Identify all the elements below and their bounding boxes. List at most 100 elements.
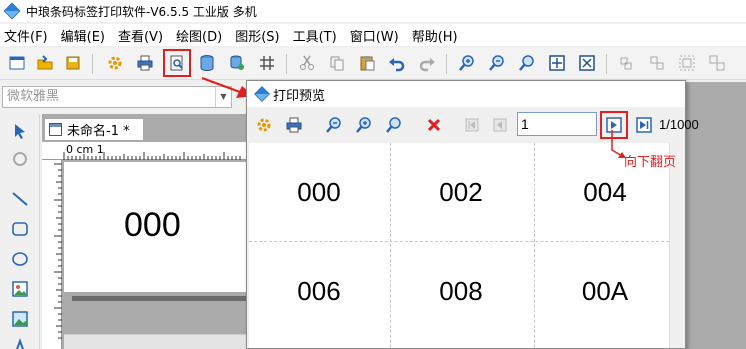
gear-icon [108,56,122,70]
pointer-arrow-icon [15,124,25,139]
ruler-unit-label: 0 cm 1 [66,143,104,156]
settings-button[interactable] [104,52,126,74]
scissors-icon [300,55,314,70]
undo-arrow-icon [389,58,405,72]
font-family-value: 微软雅黑 [7,89,60,104]
rotate-icon [13,152,27,166]
new-file-button[interactable] [6,52,28,74]
text-tool[interactable] [9,336,31,349]
label-cell: 008 [439,275,483,306]
paste-button[interactable] [356,52,378,74]
zoom-in-icon [356,117,371,133]
label-cell: 000 [297,176,341,207]
open-folder-icon [37,55,53,70]
horizontal-ruler: 0 cm 1 [42,142,246,160]
rounded-rectangle-icon [12,222,28,236]
align-left-icon [620,57,632,70]
database-settings-button[interactable] [226,52,248,74]
database-button[interactable] [196,52,218,74]
fit-page-icon [579,55,595,71]
dialog-title: 打印预览 [273,88,326,104]
preview-print-button[interactable] [283,114,305,136]
first-page-icon [465,118,479,132]
rotate-tool[interactable] [9,148,31,170]
cut-button[interactable] [296,52,318,74]
preview-vertical-scrollbar[interactable] [669,143,685,348]
app-logo-icon [254,86,270,102]
undo-button[interactable] [386,52,408,74]
zoom-in-icon [459,55,474,71]
print-preview-button[interactable] [163,49,191,77]
align-center-icon [650,56,664,70]
rectangle-tool[interactable] [9,218,31,240]
paste-clipboard-icon [360,56,375,71]
menu-view[interactable]: 查看(V) [118,26,163,45]
ungroup-icon [709,55,725,71]
redo-button[interactable] [416,52,438,74]
menu-file[interactable]: 文件(F) [4,26,48,45]
preview-zoom-in-button[interactable] [353,114,375,136]
fit-window-icon [549,55,565,71]
fit-window-button[interactable] [546,52,568,74]
group-button[interactable] [676,52,698,74]
window-title: 中琅条码标签打印软件-V6.5.5 工业版 多机 [26,4,257,19]
dialog-title-bar: 打印预览 [247,81,685,107]
menu-bar: 文件(F) 编辑(E) 查看(V) 绘图(D) 图形(S) 工具(T) 窗口(W… [0,24,746,46]
grid-button[interactable] [256,52,278,74]
redo-arrow-icon [419,58,435,72]
previous-page-button[interactable] [489,114,511,136]
landscape-image-icon [12,311,28,327]
line-tool[interactable] [9,188,31,210]
preview-zoom-out-button[interactable] [323,114,345,136]
group-icon [679,55,695,71]
zoom-in-button[interactable] [456,52,478,74]
print-button[interactable] [134,52,156,74]
page-number-input[interactable] [517,112,597,136]
menu-help[interactable]: 帮助(H) [412,26,458,45]
document-window-icon [49,123,62,136]
menu-window[interactable]: 窗口(W) [350,26,399,45]
menu-draw[interactable]: 绘图(D) [176,26,222,45]
zoom-button[interactable] [516,52,538,74]
gear-icon [257,118,271,132]
align-center-button[interactable] [646,52,668,74]
label-canvas[interactable]: 000 [64,162,246,292]
label-cell: 00A [581,275,629,306]
save-disk-icon [66,56,80,70]
menu-tools[interactable]: 工具(T) [293,26,337,45]
menu-edit[interactable]: 编辑(E) [61,26,105,45]
landscape-tool[interactable] [9,308,31,330]
ellipse-icon [12,252,28,266]
horizontal-scrollbar[interactable] [64,334,246,349]
line-icon [12,192,28,206]
label-cell: 002 [439,176,483,207]
align-left-button[interactable] [616,52,638,74]
ellipse-tool[interactable] [9,248,31,270]
copy-button[interactable] [326,52,348,74]
grid-icon [260,56,274,70]
zoom-out-button[interactable] [486,52,508,74]
preview-zoom-button[interactable] [383,114,405,136]
title-bar: 中琅条码标签打印软件-V6.5.5 工业版 多机 [0,0,746,22]
image-tool[interactable] [9,278,31,300]
select-tool[interactable] [9,120,31,142]
database-icon [200,55,214,72]
canvas-text-object[interactable]: 000 [124,206,181,245]
drawing-tools-panel [0,114,40,349]
magnifier-icon [519,55,534,71]
preview-page: 000 002 004 006 008 00A [249,143,669,348]
first-page-button[interactable] [461,114,483,136]
document-tab[interactable]: 未命名-1 * [44,118,144,140]
vertical-ruler [42,160,62,349]
preview-close-button[interactable] [423,114,445,136]
preview-settings-button[interactable] [253,114,275,136]
previous-page-icon [493,118,507,132]
print-preview-dialog: 打印预览 1/1000 [246,80,699,349]
picture-icon [12,281,28,297]
fit-page-button[interactable] [576,52,598,74]
ungroup-button[interactable] [706,52,728,74]
save-button[interactable] [62,52,84,74]
menu-shape[interactable]: 图形(S) [235,26,279,45]
open-file-button[interactable] [34,52,56,74]
main-toolbar [0,48,746,80]
